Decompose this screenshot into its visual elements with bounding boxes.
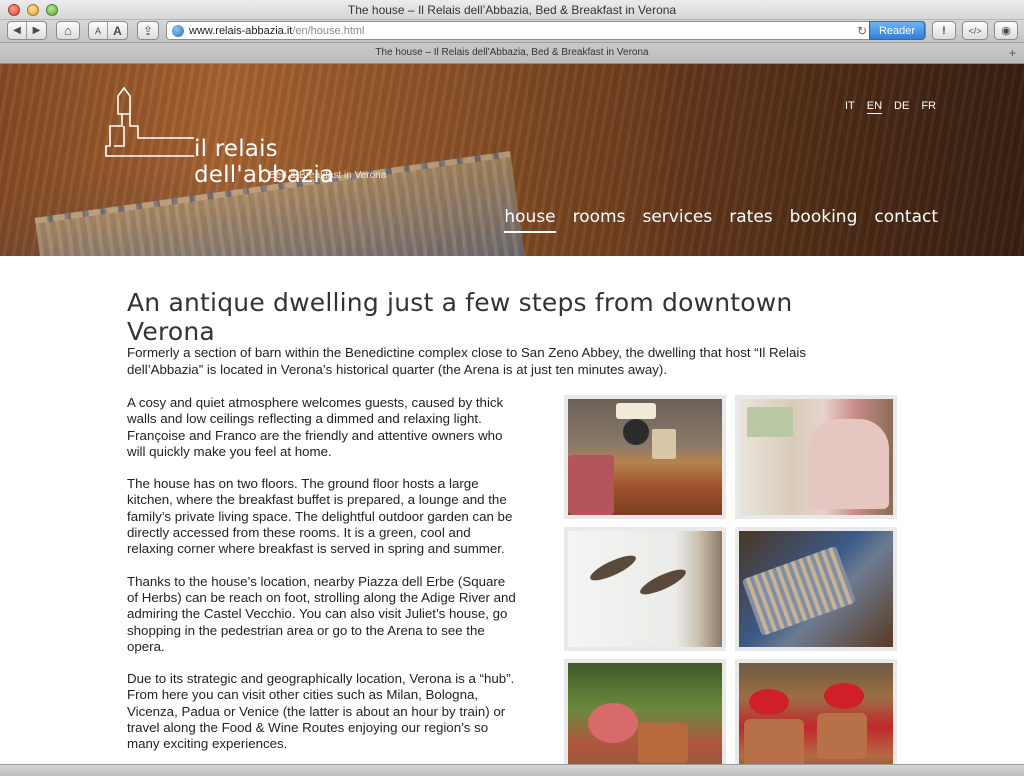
paragraph-hub: Due to its strategic and geographically …: [127, 671, 515, 752]
home-icon: ⌂: [64, 23, 72, 38]
paragraph-location: Thanks to the house’s location, nearby P…: [127, 573, 516, 654]
browser-toolbar: ◀ ▶ ⌂ A A ⇪ www.relais-abbazia.it/en/hou…: [0, 20, 1024, 42]
rug-floor-photo: [739, 531, 893, 647]
gallery-photo-armchair[interactable]: [735, 395, 897, 519]
alert-icon: !: [942, 24, 946, 37]
paragraph-atmosphere: A cosy and quiet atmosphere welcomes gue…: [127, 395, 504, 459]
address-bar[interactable]: www.relais-abbazia.it/en/house.html ↻ Re…: [166, 21, 926, 40]
camera-icon: ◉: [1001, 25, 1011, 37]
new-tab-icon[interactable]: +: [1009, 46, 1016, 60]
home-button[interactable]: ⌂: [56, 21, 80, 40]
flower-pots-photo: [739, 663, 893, 776]
gallery-photo-flowers[interactable]: [735, 659, 897, 776]
url-host: www.relais-abbazia.it: [189, 24, 293, 37]
forward-button[interactable]: ▶: [27, 22, 46, 39]
logo-tagline: Bed & Breakfast in Verona: [269, 170, 387, 181]
gallery-photo-ducks[interactable]: [564, 527, 726, 651]
tab-active[interactable]: The house – Il Relais dell'Abbazia, Bed …: [0, 47, 1024, 58]
large-a-icon: A: [113, 23, 122, 38]
window-titlebar: The house – Il Relais dell’Abbazia, Bed …: [0, 0, 1024, 20]
abbey-logo-icon: [105, 86, 194, 157]
decrease-font-button[interactable]: A: [89, 22, 108, 39]
window-title: The house – Il Relais dell’Abbazia, Bed …: [347, 3, 677, 17]
page-title: An antique dwelling just a few steps fro…: [127, 288, 793, 346]
develop-button[interactable]: </>: [962, 21, 988, 40]
garden-photo: [568, 663, 722, 776]
share-button[interactable]: ⇪: [137, 21, 159, 40]
language-switcher: IT EN DE FR: [845, 100, 936, 114]
screenshot-button[interactable]: ◉: [994, 21, 1018, 40]
lang-de[interactable]: DE: [894, 100, 909, 114]
forward-arrow-icon: ▶: [32, 25, 41, 36]
text-column: A cosy and quiet atmosphere welcomes gue…: [127, 395, 519, 769]
alert-button[interactable]: !: [932, 21, 956, 40]
gallery-photo-lamp[interactable]: [564, 395, 726, 519]
window-bottom-bar: [0, 764, 1024, 776]
lang-en[interactable]: EN: [866, 100, 883, 114]
nav-booking[interactable]: booking: [790, 207, 858, 233]
nav-contact[interactable]: contact: [874, 207, 938, 233]
lamp-and-chair-photo: [568, 399, 722, 515]
gallery-photo-rug[interactable]: [735, 527, 897, 651]
url-path: /en/house.html: [292, 24, 365, 37]
reader-button[interactable]: Reader: [869, 21, 925, 40]
gallery-photo-garden[interactable]: [564, 659, 726, 776]
main-nav: house rooms services rates booking conta…: [504, 207, 938, 233]
ducks-wall-photo: [568, 531, 722, 647]
back-forward-buttons: ◀ ▶: [7, 21, 47, 40]
site-header: il relais dell'abbazia Bed & Breakfast i…: [0, 64, 1024, 256]
increase-font-button[interactable]: A: [108, 22, 127, 39]
nav-rates[interactable]: rates: [729, 207, 772, 233]
nav-services[interactable]: services: [642, 207, 712, 233]
armchair-photo: [739, 399, 893, 515]
globe-icon: [172, 24, 184, 37]
nav-rooms[interactable]: rooms: [573, 207, 626, 233]
intro-paragraph: Formerly a section of barn within the Be…: [127, 345, 806, 377]
font-size-buttons: A A: [88, 21, 128, 40]
small-a-icon: A: [94, 25, 101, 36]
paragraph-floors: The house has on two floors. The ground …: [127, 476, 513, 557]
share-icon: ⇪: [142, 23, 154, 38]
nav-house[interactable]: house: [504, 207, 556, 233]
back-arrow-icon: ◀: [13, 25, 21, 36]
site-logo[interactable]: il relais dell'abbazia Bed & Breakfast i…: [104, 86, 386, 188]
back-button[interactable]: ◀: [8, 22, 27, 39]
lang-fr[interactable]: FR: [921, 100, 936, 114]
reload-icon[interactable]: ↻: [857, 24, 867, 38]
lang-it[interactable]: IT: [845, 100, 855, 114]
tab-strip: The house – Il Relais dell'Abbazia, Bed …: [0, 42, 1024, 64]
code-icon: </>: [968, 25, 982, 36]
